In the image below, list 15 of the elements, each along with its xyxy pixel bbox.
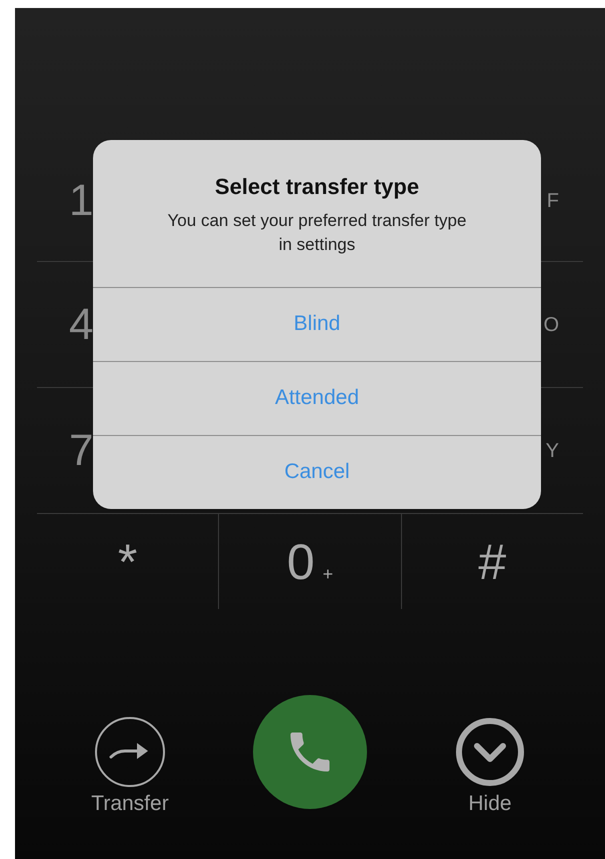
transfer-button[interactable]: Transfer [70,717,190,814]
keypad-letters: Y [546,440,559,460]
dialog-title: Select transfer type [214,173,420,200]
keypad-digit: 1 [69,178,94,222]
chevron-down-circle-icon [455,717,525,787]
hide-button[interactable]: Hide [430,717,550,814]
keypad-key[interactable]: # [478,536,506,586]
keypad-digit: 4 [69,302,94,346]
keypad-key[interactable]: 0 + [286,536,334,586]
keypad-key[interactable]: * [118,536,138,586]
dialog-message: You can set your preferred transfer type in settings [166,210,468,256]
keypad-letters: F [546,190,559,210]
keypad-letters: O [543,314,559,334]
keypad-digit: 7 [69,428,94,472]
arrow-circle-icon [95,717,165,787]
